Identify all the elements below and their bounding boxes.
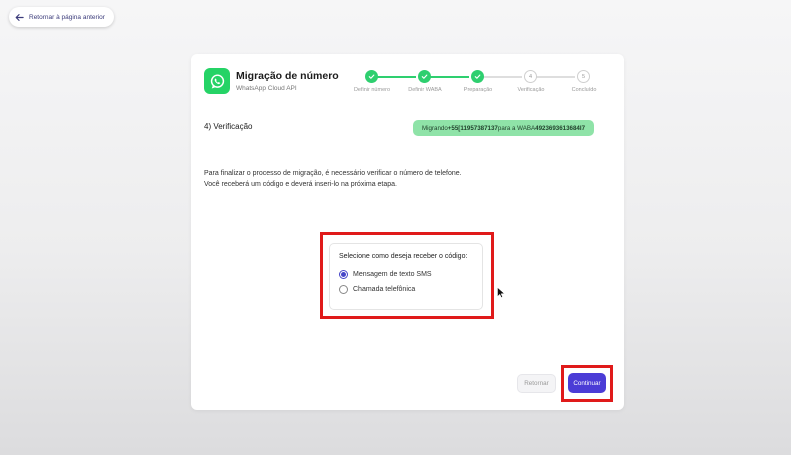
migration-card: Migração de número WhatsApp Cloud API 4 … — [191, 54, 624, 410]
step-1-label: Definir número — [353, 87, 391, 93]
check-icon — [474, 74, 481, 79]
check-icon — [421, 74, 428, 79]
arrow-left-icon — [15, 13, 24, 21]
step-2-label: Definir WABA — [408, 87, 442, 93]
badge-phone-number: +55[11957387137 — [447, 124, 498, 132]
verification-method-box: Selecione como deseja receber o código: … — [329, 243, 483, 310]
step-3-label: Preparação — [463, 87, 493, 93]
check-icon — [368, 74, 375, 79]
whatsapp-icon — [204, 68, 230, 94]
section-title: 4) Verificação — [204, 122, 253, 131]
step-3-indicator — [471, 70, 484, 83]
verification-method-title: Selecione como deseja receber o código: — [339, 253, 468, 260]
step-2-indicator — [418, 70, 431, 83]
step-4-label: Verificação — [517, 87, 545, 93]
badge-prefix: Migrando — [422, 124, 448, 132]
mouse-cursor-icon — [497, 287, 505, 298]
option-sms[interactable]: Mensagem de texto SMS — [339, 270, 432, 279]
step-connector — [374, 76, 416, 78]
option-sms-label: Mensagem de texto SMS — [353, 271, 432, 278]
step-1-indicator — [365, 70, 378, 83]
page-title: Migração de número — [236, 70, 339, 82]
step-5-indicator: 5 — [577, 70, 590, 83]
description: Para finalizar o processo de migração, é… — [204, 168, 462, 190]
step-connector — [480, 76, 522, 78]
migration-stepper: 4 5 Definir número Definir WABA Preparaç… — [354, 70, 604, 100]
description-line-2: Você receberá um código e deverá inseri-… — [204, 181, 397, 188]
badge-middle: para a WABA — [497, 124, 536, 132]
page-subtitle: WhatsApp Cloud API — [236, 85, 297, 92]
option-phone-call[interactable]: Chamada telefônica — [339, 285, 415, 294]
migration-status-badge: Migrando +55[11957387137 para a WABA 492… — [413, 120, 595, 136]
step-connector — [533, 76, 575, 78]
description-line-1: Para finalizar o processo de migração, é… — [204, 170, 462, 177]
back-link-label: Retornar à página anterior — [29, 13, 105, 21]
badge-waba-id: 4923693613684I7 — [535, 124, 586, 132]
back-button[interactable]: Retornar — [517, 374, 556, 393]
continue-button[interactable]: Continuar — [568, 373, 606, 393]
phone-call-radio[interactable] — [339, 285, 348, 294]
sms-radio[interactable] — [339, 270, 348, 279]
option-phone-call-label: Chamada telefônica — [353, 286, 416, 293]
step-connector — [427, 76, 469, 78]
step-5-label: Concluído — [571, 87, 597, 93]
step-4-indicator: 4 — [524, 70, 537, 83]
back-to-previous-page-button[interactable]: Retornar à página anterior — [9, 7, 114, 27]
